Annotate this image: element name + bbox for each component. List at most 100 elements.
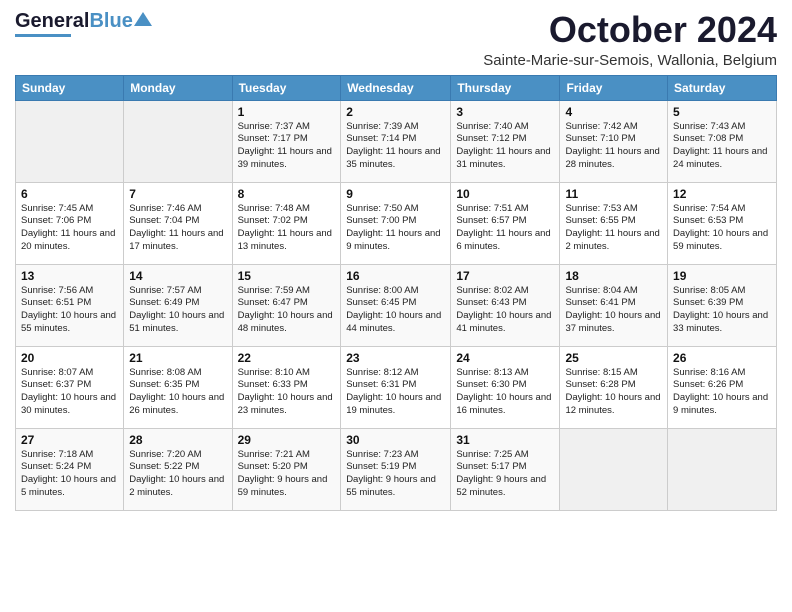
calendar-cell: 25 Sunrise: 8:15 AMSunset: 6:28 PMDayligh… (560, 346, 668, 428)
sunset-text: Sunset: 6:55 PM (565, 215, 662, 228)
sunrise-text: Sunrise: 7:18 AM (21, 449, 118, 462)
sunrise-text: Sunrise: 8:05 AM (673, 285, 771, 298)
day-number: 8 (238, 187, 336, 201)
month-title: October 2024 (483, 10, 777, 50)
daylight-text: Daylight: 10 hours and 12 minutes. (565, 392, 662, 418)
sunrise-text: Sunrise: 7:54 AM (673, 203, 771, 216)
sunrise-text: Sunrise: 7:23 AM (346, 449, 445, 462)
day-number: 23 (346, 351, 445, 365)
calendar-cell: 6Sunrise: 7:45 AMSunset: 7:06 PMDaylight… (16, 182, 124, 264)
daylight-text: Daylight: 9 hours and 55 minutes. (346, 474, 445, 500)
day-number: 5 (673, 105, 771, 119)
sunset-text: Sunset: 5:19 PM (346, 461, 445, 474)
day-info: Sunrise: 7:50 AMSunset: 7:00 PMDaylight:… (346, 203, 445, 254)
calendar-cell: 20Sunrise: 8:07 AMSunset: 6:37 PMDayligh… (16, 346, 124, 428)
day-info: Sunrise: 8:05 AMSunset: 6:39 PMDaylight:… (673, 285, 771, 336)
day-number: 13 (21, 269, 118, 283)
sunrise-text: Sunrise: 7:50 AM (346, 203, 445, 216)
col-monday: Monday (124, 75, 232, 100)
location-title: Sainte-Marie-sur-Semois, Wallonia, Belgi… (483, 52, 777, 69)
calendar-cell: 12 Sunrise: 7:54 AMSunset: 6:53 PMDayligh… (668, 182, 777, 264)
sunset-text: Sunset: 6:41 PM (565, 297, 662, 310)
calendar-cell: 13 Sunrise: 7:56 AMSunset: 6:51 PMDayligh… (16, 264, 124, 346)
day-number: 1 (238, 105, 336, 119)
day-number: 15 (238, 269, 336, 283)
sunset-text: Sunset: 5:20 PM (238, 461, 336, 474)
day-number: 10 (456, 187, 554, 201)
sunset-text: Sunset: 6:31 PM (346, 379, 445, 392)
sunset-text: Sunset: 6:53 PM (673, 215, 771, 228)
sunset-text: Sunset: 6:37 PM (21, 379, 118, 392)
sunrise-text: Sunrise: 7:40 AM (456, 121, 554, 134)
daylight-text: Daylight: 10 hours and 19 minutes. (346, 392, 445, 418)
sunrise-text: Sunrise: 7:43 AM (673, 121, 771, 134)
calendar-cell: 4Sunrise: 7:42 AMSunset: 7:10 PMDaylight… (560, 100, 668, 182)
day-info: Sunrise: 7:25 AMSunset: 5:17 PMDaylight:… (456, 449, 554, 500)
daylight-text: Daylight: 9 hours and 59 minutes. (238, 474, 336, 500)
calendar-week-1: 1Sunrise: 7:37 AMSunset: 7:17 PMDaylight… (16, 100, 777, 182)
daylight-text: Daylight: 11 hours and 20 minutes. (21, 228, 118, 254)
calendar-cell: 16Sunrise: 8:00 AMSunset: 6:45 PMDayligh… (341, 264, 451, 346)
calendar-week-2: 6Sunrise: 7:45 AMSunset: 7:06 PMDaylight… (16, 182, 777, 264)
calendar-cell: 1Sunrise: 7:37 AMSunset: 7:17 PMDaylight… (232, 100, 341, 182)
calendar-week-5: 27Sunrise: 7:18 AMSunset: 5:24 PMDayligh… (16, 428, 777, 510)
day-number: 30 (346, 433, 445, 447)
calendar-cell: 23 Sunrise: 8:12 AMSunset: 6:31 PMDayligh… (341, 346, 451, 428)
daylight-text: Daylight: 10 hours and 16 minutes. (456, 392, 554, 418)
sunrise-text: Sunrise: 8:00 AM (346, 285, 445, 298)
calendar-cell: 8Sunrise: 7:48 AMSunset: 7:02 PMDaylight… (232, 182, 341, 264)
sunrise-text: Sunrise: 8:08 AM (129, 367, 226, 380)
day-number: 25 (565, 351, 662, 365)
calendar-cell (668, 428, 777, 510)
daylight-text: Daylight: 10 hours and 9 minutes. (673, 392, 771, 418)
day-info: Sunrise: 7:56 AMSunset: 6:51 PMDaylight:… (21, 285, 118, 336)
day-info: Sunrise: 7:23 AMSunset: 5:19 PMDaylight:… (346, 449, 445, 500)
calendar-cell (560, 428, 668, 510)
day-number: 19 (673, 269, 771, 283)
sunrise-text: Sunrise: 7:45 AM (21, 203, 118, 216)
day-number: 26 (673, 351, 771, 365)
daylight-text: Daylight: 11 hours and 28 minutes. (565, 146, 662, 172)
logo-triangle-icon (134, 10, 152, 28)
day-number: 28 (129, 433, 226, 447)
daylight-text: Daylight: 10 hours and 33 minutes. (673, 310, 771, 336)
sunrise-text: Sunrise: 8:10 AM (238, 367, 336, 380)
sunset-text: Sunset: 6:35 PM (129, 379, 226, 392)
sunset-text: Sunset: 6:49 PM (129, 297, 226, 310)
sunset-text: Sunset: 6:51 PM (21, 297, 118, 310)
day-info: Sunrise: 8:15 AMSunset: 6:28 PMDaylight:… (565, 367, 662, 418)
day-info: Sunrise: 8:13 AMSunset: 6:30 PMDaylight:… (456, 367, 554, 418)
col-saturday: Saturday (668, 75, 777, 100)
sunrise-text: Sunrise: 8:15 AM (565, 367, 662, 380)
day-info: Sunrise: 8:10 AMSunset: 6:33 PMDaylight:… (238, 367, 336, 418)
calendar-cell: 9Sunrise: 7:50 AMSunset: 7:00 PMDaylight… (341, 182, 451, 264)
calendar-cell: 17 Sunrise: 8:02 AMSunset: 6:43 PMDayligh… (451, 264, 560, 346)
sunset-text: Sunset: 7:00 PM (346, 215, 445, 228)
sunset-text: Sunset: 7:17 PM (238, 133, 336, 146)
day-number: 12 (673, 187, 771, 201)
calendar-cell: 15Sunrise: 7:59 AMSunset: 6:47 PMDayligh… (232, 264, 341, 346)
day-info: Sunrise: 7:40 AMSunset: 7:12 PMDaylight:… (456, 121, 554, 172)
header: General Blue October 2024 Sainte-Marie-s… (15, 10, 777, 69)
day-info: Sunrise: 7:18 AMSunset: 5:24 PMDaylight:… (21, 449, 118, 500)
calendar-cell: 24Sunrise: 8:13 AMSunset: 6:30 PMDayligh… (451, 346, 560, 428)
sunrise-text: Sunrise: 8:12 AM (346, 367, 445, 380)
sunset-text: Sunset: 6:26 PM (673, 379, 771, 392)
calendar-cell: 30 Sunrise: 7:23 AMSunset: 5:19 PMDayligh… (341, 428, 451, 510)
sunrise-text: Sunrise: 7:53 AM (565, 203, 662, 216)
day-number: 7 (129, 187, 226, 201)
header-right: October 2024 Sainte-Marie-sur-Semois, Wa… (483, 10, 777, 69)
daylight-text: Daylight: 11 hours and 9 minutes. (346, 228, 445, 254)
day-info: Sunrise: 8:08 AMSunset: 6:35 PMDaylight:… (129, 367, 226, 418)
day-info: Sunrise: 7:54 AMSunset: 6:53 PMDaylight:… (673, 203, 771, 254)
calendar-cell: 14Sunrise: 7:57 AMSunset: 6:49 PMDayligh… (124, 264, 232, 346)
day-info: Sunrise: 8:02 AMSunset: 6:43 PMDaylight:… (456, 285, 554, 336)
day-number: 17 (456, 269, 554, 283)
daylight-text: Daylight: 11 hours and 31 minutes. (456, 146, 554, 172)
daylight-text: Daylight: 11 hours and 24 minutes. (673, 146, 771, 172)
sunrise-text: Sunrise: 8:04 AM (565, 285, 662, 298)
sunrise-text: Sunrise: 7:56 AM (21, 285, 118, 298)
daylight-text: Daylight: 10 hours and 26 minutes. (129, 392, 226, 418)
sunset-text: Sunset: 6:28 PM (565, 379, 662, 392)
sunrise-text: Sunrise: 7:59 AM (238, 285, 336, 298)
